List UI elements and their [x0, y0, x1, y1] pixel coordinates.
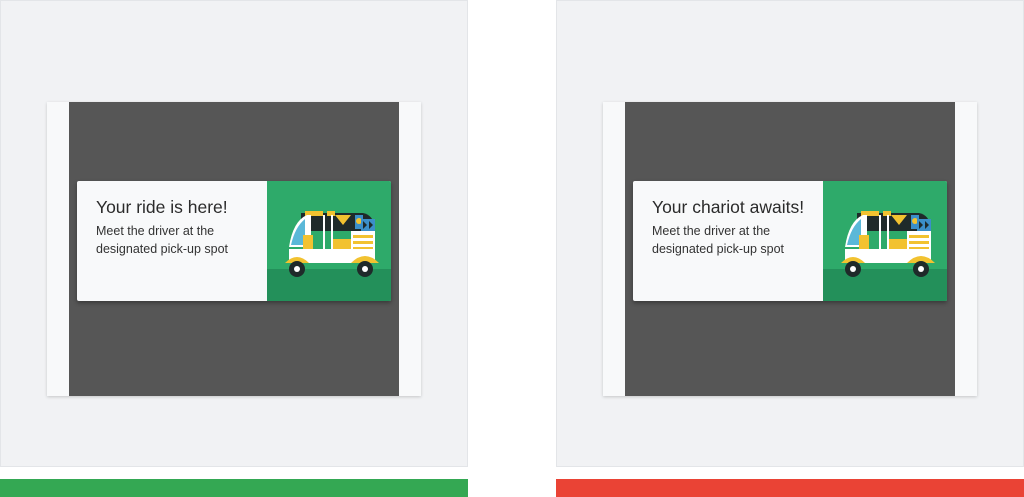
notification-body-line2: designated pick-up spot — [96, 242, 229, 256]
notification-title: Your ride is here! — [96, 197, 228, 217]
good-indicator-bar — [0, 479, 468, 497]
bad-indicator-bar — [556, 479, 1024, 497]
notification-body-line2: designated pick-up spot — [652, 242, 785, 256]
phone-mockup: Your ride is here! Meet the driver at th… — [47, 102, 421, 396]
notification-text: Your chariot awaits! Meet the driver at … — [633, 181, 823, 301]
phone-mockup: Your chariot awaits! Meet the driver at … — [603, 102, 977, 396]
notification-card[interactable]: Your chariot awaits! Meet the driver at … — [633, 181, 947, 301]
notification-title: Your chariot awaits! — [652, 197, 805, 217]
notification-body-line1: Meet the driver at the — [96, 224, 215, 238]
notification-text: Your ride is here! Meet the driver at th… — [77, 181, 267, 301]
auto-rickshaw-icon — [823, 181, 947, 301]
example-panel-good: Your ride is here! Meet the driver at th… — [0, 0, 468, 467]
phone-screen: Your ride is here! Meet the driver at th… — [69, 102, 399, 396]
phone-screen: Your chariot awaits! Meet the driver at … — [625, 102, 955, 396]
auto-rickshaw-icon — [267, 181, 391, 301]
notification-body: Meet the driver at the designated pick-u… — [96, 222, 267, 258]
notification-body: Meet the driver at the designated pick-u… — [652, 222, 823, 258]
example-panel-bad: Your chariot awaits! Meet the driver at … — [556, 0, 1024, 467]
notification-card[interactable]: Your ride is here! Meet the driver at th… — [77, 181, 391, 301]
notification-body-line1: Meet the driver at the — [652, 224, 771, 238]
